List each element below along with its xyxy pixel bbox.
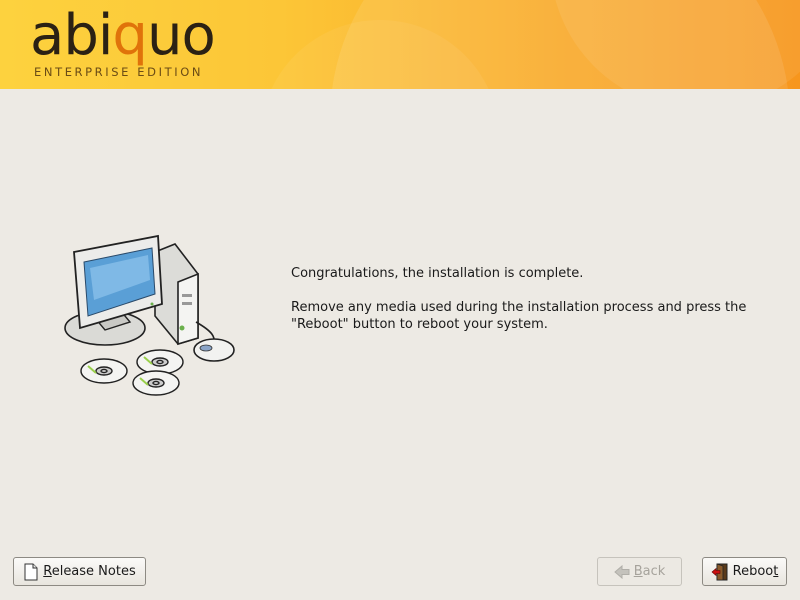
reboot-button[interactable]: Reboot	[702, 557, 787, 586]
computer-illustration	[64, 234, 235, 396]
reboot-label: Reboot	[732, 564, 779, 579]
completion-title: Congratulations, the installation is com…	[291, 266, 584, 281]
completion-message: Congratulations, the installation is com…	[291, 265, 771, 333]
document-icon	[24, 563, 38, 580]
back-button[interactable]: Back	[597, 557, 682, 586]
reboot-instructions: Remove any media used during the install…	[291, 300, 747, 332]
release-notes-label: Release Notes	[43, 564, 136, 579]
exit-door-icon	[711, 562, 728, 580]
back-label: Back	[633, 564, 666, 579]
header-banner: abiquo ENTERPRISE EDITION	[0, 0, 800, 89]
back-arrow-icon	[613, 564, 630, 579]
release-notes-button[interactable]: Release Notes	[13, 557, 146, 586]
edition-label: ENTERPRISE EDITION	[34, 65, 204, 79]
